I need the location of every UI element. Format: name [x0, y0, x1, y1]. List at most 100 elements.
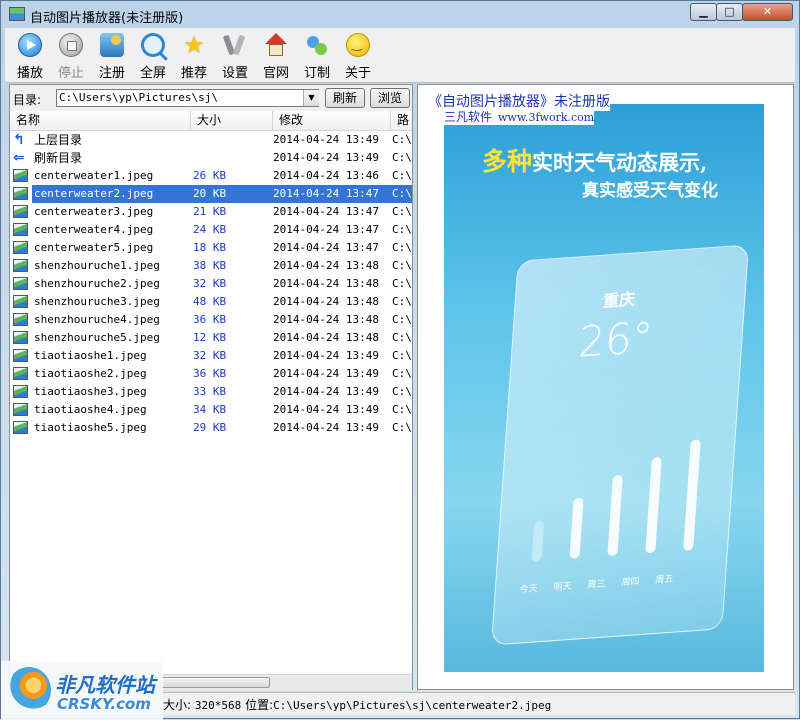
site-logo: 非凡软件站 CRSKY.com: [1, 661, 163, 720]
file-meta: 36 KB 2014-04-24 13:48 C:\: [191, 311, 412, 329]
column-header: 名称 大小 修改 路: [10, 111, 412, 131]
close-button[interactable]: ✕: [742, 3, 793, 21]
file-date: 2014-04-24 13:47: [273, 223, 379, 236]
app-icon: [9, 7, 25, 21]
preview-subheadline: 真实感受天气变化: [582, 181, 718, 201]
file-path: C:\: [392, 421, 412, 434]
app-window: 自动图片播放器(未注册版) ▁ □ ✕ 播放 停止 注册 全屏 ★ 推荐 设置: [0, 0, 800, 720]
toolbar: 播放 停止 注册 全屏 ★ 推荐 设置 官网 订制 ‿ 关于: [5, 28, 795, 83]
list-item[interactable]: centerweater4.jpeg 24 KB 2014-04-24 13:47 C…: [10, 221, 412, 239]
back-arrow-icon: ⇐: [13, 150, 25, 166]
file-size: 38 KB: [193, 259, 227, 272]
file-name: tiaotiaoshe3.jpeg: [34, 385, 147, 398]
website-button[interactable]: 官网: [258, 32, 294, 81]
file-pane: 目录: C:\Users\yp\Pictures\sj\ ▼ 刷新 浏览 名称 …: [9, 84, 413, 690]
forecast-day: 周五: [654, 574, 674, 586]
minimize-button[interactable]: ▁: [690, 3, 717, 21]
forecast-bar: [531, 520, 545, 562]
file-meta: 33 KB 2014-04-24 13:49 C:\: [191, 383, 412, 401]
browse-button[interactable]: 浏览: [370, 88, 410, 108]
list-item[interactable]: centerweater2.jpeg 20 KB 2014-04-24 13:47 C…: [10, 185, 412, 203]
register-button[interactable]: 注册: [94, 32, 130, 81]
magnifier-icon: [141, 33, 165, 57]
list-item[interactable]: shenzhouruche3.jpeg 48 KB 2014-04-24 13:48…: [10, 293, 412, 311]
file-date: 2014-04-24 13:47: [273, 241, 379, 254]
list-item[interactable]: tiaotiaoshe3.jpeg 33 KB 2014-04-24 13:49 C:…: [10, 383, 412, 401]
list-item[interactable]: centerweater5.jpeg 18 KB 2014-04-24 13:47 C…: [10, 239, 412, 257]
file-meta: 34 KB 2014-04-24 13:49 C:\: [191, 401, 412, 419]
window-title: 自动图片播放器(未注册版): [30, 11, 184, 26]
file-date: 2014-04-24 13:49: [273, 367, 379, 380]
image-file-icon: [13, 385, 28, 398]
list-item[interactable]: centerweater1.jpeg 26 KB 2014-04-24 13:46 C…: [10, 167, 412, 185]
stop-button[interactable]: 停止: [53, 32, 89, 81]
refresh-button[interactable]: 刷新: [325, 88, 365, 108]
file-path: C:\: [392, 403, 412, 416]
forecast-bar: [607, 474, 623, 557]
subscribe-button[interactable]: 订制: [299, 32, 335, 81]
list-item[interactable]: ↰ 上层目录 2014-04-24 13:49 C:\: [10, 131, 412, 149]
play-icon: [18, 33, 42, 57]
file-date: 2014-04-24 13:48: [273, 313, 379, 326]
list-item[interactable]: tiaotiaoshe1.jpeg 32 KB 2014-04-24 13:49 C:…: [10, 347, 412, 365]
forecast-day: 周四: [620, 576, 640, 589]
file-size: 36 KB: [193, 313, 227, 326]
list-item[interactable]: shenzhouruche2.jpeg 32 KB 2014-04-24 13:48…: [10, 275, 412, 293]
file-path: C:\: [392, 331, 412, 344]
file-path: C:\: [392, 241, 412, 254]
image-file-icon: [13, 259, 28, 272]
file-name: shenzhouruche4.jpeg: [34, 313, 160, 326]
about-button[interactable]: 关于: [340, 32, 376, 81]
file-date: 2014-04-24 13:47: [273, 187, 379, 200]
title-bar[interactable]: 自动图片播放器(未注册版) ▁ □ ✕: [1, 1, 799, 28]
file-date: 2014-04-24 13:49: [273, 151, 379, 164]
file-date: 2014-04-24 13:46: [273, 169, 379, 182]
image-file-icon: [13, 205, 28, 218]
file-path: C:\: [392, 313, 412, 326]
file-size: 48 KB: [193, 295, 227, 308]
list-item[interactable]: tiaotiaoshe4.jpeg 34 KB 2014-04-24 13:49 C:…: [10, 401, 412, 419]
file-date: 2014-04-24 13:49: [273, 385, 379, 398]
register-icon: [100, 33, 124, 57]
file-name: 刷新目录: [34, 151, 83, 165]
file-path: C:\: [392, 259, 412, 272]
image-file-icon: [13, 421, 28, 434]
file-size: 20 KB: [193, 187, 227, 200]
file-date: 2014-04-24 13:49: [273, 349, 379, 362]
play-button[interactable]: 播放: [12, 32, 48, 81]
list-item[interactable]: centerweater3.jpeg 21 KB 2014-04-24 13:47 C…: [10, 203, 412, 221]
file-name: centerweater5.jpeg: [34, 241, 154, 254]
list-item[interactable]: shenzhouruche5.jpeg 12 KB 2014-04-24 13:48…: [10, 329, 412, 347]
fullscreen-button[interactable]: 全屏: [135, 32, 171, 81]
file-date: 2014-04-24 13:49: [273, 421, 379, 434]
recommend-button[interactable]: ★ 推荐: [176, 31, 212, 81]
file-size: 33 KB: [193, 385, 227, 398]
file-date: 2014-04-24 13:48: [273, 331, 379, 344]
file-size: 29 KB: [193, 421, 227, 434]
list-item[interactable]: shenzhouruche1.jpeg 38 KB 2014-04-24 13:48…: [10, 257, 412, 275]
column-path[interactable]: 路: [391, 111, 412, 130]
forecast-bar: [645, 457, 662, 554]
settings-button[interactable]: 设置: [217, 32, 253, 81]
preview-headline-highlight: 多种: [482, 147, 533, 176]
star-icon: ★: [183, 31, 205, 59]
file-meta: 18 KB 2014-04-24 13:47 C:\: [191, 239, 412, 257]
list-item[interactable]: ⇐ 刷新目录 2014-04-24 13:49 C:\: [10, 149, 412, 167]
file-size: 34 KB: [193, 403, 227, 416]
maximize-button[interactable]: □: [716, 3, 743, 21]
forecast-bars: [528, 417, 727, 562]
column-size[interactable]: 大小: [191, 111, 273, 130]
column-modified[interactable]: 修改: [273, 111, 391, 130]
column-name[interactable]: 名称: [10, 111, 191, 130]
list-item[interactable]: shenzhouruche4.jpeg 36 KB 2014-04-24 13:48…: [10, 311, 412, 329]
list-item[interactable]: tiaotiaoshe5.jpeg 29 KB 2014-04-24 13:49 C:…: [10, 419, 412, 437]
list-item[interactable]: tiaotiaoshe2.jpeg 36 KB 2014-04-24 13:49 C:…: [10, 365, 412, 383]
file-path: C:\: [392, 187, 412, 200]
directory-combobox[interactable]: C:\Users\yp\Pictures\sj\: [56, 89, 319, 107]
status-location-value: C:\Users\yp\Pictures\sj\centerweater2.jp…: [273, 699, 552, 712]
file-name: centerweater2.jpeg: [32, 185, 191, 203]
chevron-down-icon[interactable]: ▼: [303, 90, 319, 106]
file-name: centerweater3.jpeg: [34, 205, 154, 218]
image-file-icon: [13, 169, 28, 182]
file-list: ↰ 上层目录 2014-04-24 13:49 C:\ ⇐ 刷新目录 2014-04-24 …: [10, 131, 412, 677]
